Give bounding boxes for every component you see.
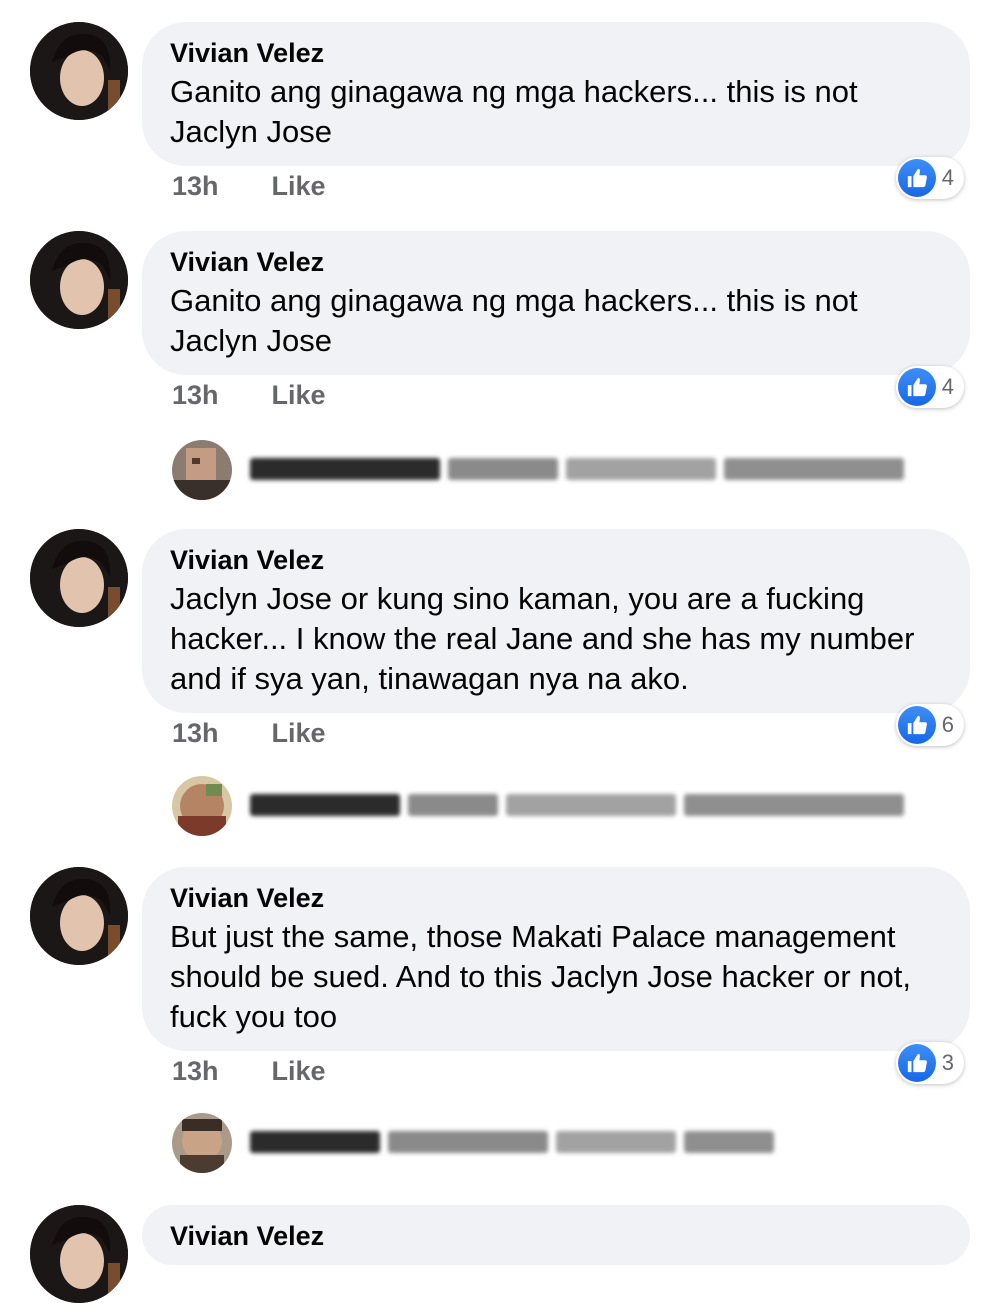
comment-author[interactable]: Vivian Velez bbox=[170, 883, 942, 913]
comment-bubble: Vivian Velez bbox=[142, 1205, 970, 1265]
comment-text: But just the same, those Makati Palace m… bbox=[170, 919, 912, 1034]
reply-avatar[interactable] bbox=[172, 440, 232, 500]
comment-author[interactable]: Vivian Velez bbox=[170, 1221, 942, 1251]
pixelated-reply-text bbox=[250, 1127, 950, 1157]
comment-text: Ganito ang ginagawa ng mga hackers... th… bbox=[170, 283, 858, 358]
reaction-count: 6 bbox=[941, 712, 954, 737]
reaction-badge[interactable]: 4 bbox=[895, 366, 964, 408]
comment-timestamp[interactable]: 13h bbox=[172, 380, 264, 411]
reply-avatar[interactable] bbox=[172, 776, 232, 836]
pixelated-reply-text bbox=[250, 454, 950, 484]
reply-avatar[interactable] bbox=[172, 1113, 232, 1173]
comment-meta: 13h Like bbox=[172, 1056, 326, 1087]
like-button[interactable]: Like bbox=[272, 380, 326, 411]
reaction-count: 4 bbox=[941, 165, 954, 190]
comment-author[interactable]: Vivian Velez bbox=[170, 247, 942, 277]
comment-text: Ganito ang ginagawa ng mga hackers... th… bbox=[170, 74, 858, 149]
comment-bubble: Vivian Velez But just the same, those Ma… bbox=[142, 867, 970, 1051]
comment-author[interactable]: Vivian Velez bbox=[170, 545, 942, 575]
comment-timestamp[interactable]: 13h bbox=[172, 718, 264, 749]
reaction-count: 4 bbox=[941, 374, 954, 399]
reaction-count: 3 bbox=[941, 1050, 954, 1075]
thumbs-up-icon bbox=[897, 368, 936, 406]
reply-preview[interactable] bbox=[172, 440, 962, 500]
like-button[interactable]: Like bbox=[272, 1056, 326, 1087]
comment-meta: 13h Like bbox=[172, 380, 326, 411]
comment-meta: 13h Like bbox=[172, 718, 326, 749]
comment-author[interactable]: Vivian Velez bbox=[170, 38, 942, 68]
avatar[interactable] bbox=[30, 529, 128, 627]
like-button[interactable]: Like bbox=[272, 718, 326, 749]
thumbs-up-icon bbox=[897, 1044, 936, 1082]
avatar[interactable] bbox=[30, 231, 128, 329]
avatar[interactable] bbox=[30, 22, 128, 120]
reaction-badge[interactable]: 6 bbox=[895, 704, 964, 746]
reply-preview[interactable] bbox=[172, 1113, 962, 1173]
reaction-badge[interactable]: 4 bbox=[895, 157, 964, 199]
avatar[interactable] bbox=[30, 867, 128, 965]
comment-bubble: Vivian Velez Ganito ang ginagawa ng mga … bbox=[142, 231, 970, 375]
reply-preview[interactable] bbox=[172, 776, 962, 836]
comment-timestamp[interactable]: 13h bbox=[172, 171, 264, 202]
like-button[interactable]: Like bbox=[272, 171, 326, 202]
pixelated-reply-text bbox=[250, 790, 950, 820]
thumbs-up-icon bbox=[897, 159, 936, 197]
avatar[interactable] bbox=[30, 1205, 128, 1303]
thumbs-up-icon bbox=[897, 706, 936, 744]
comment-bubble: Vivian Velez Jaclyn Jose or kung sino ka… bbox=[142, 529, 970, 713]
comment-bubble: Vivian Velez Ganito ang ginagawa ng mga … bbox=[142, 22, 970, 166]
reaction-badge[interactable]: 3 bbox=[895, 1042, 964, 1084]
comment-timestamp[interactable]: 13h bbox=[172, 1056, 264, 1087]
comment-meta: 13h Like bbox=[172, 171, 326, 202]
comment-text: Jaclyn Jose or kung sino kaman, you are … bbox=[170, 581, 915, 696]
